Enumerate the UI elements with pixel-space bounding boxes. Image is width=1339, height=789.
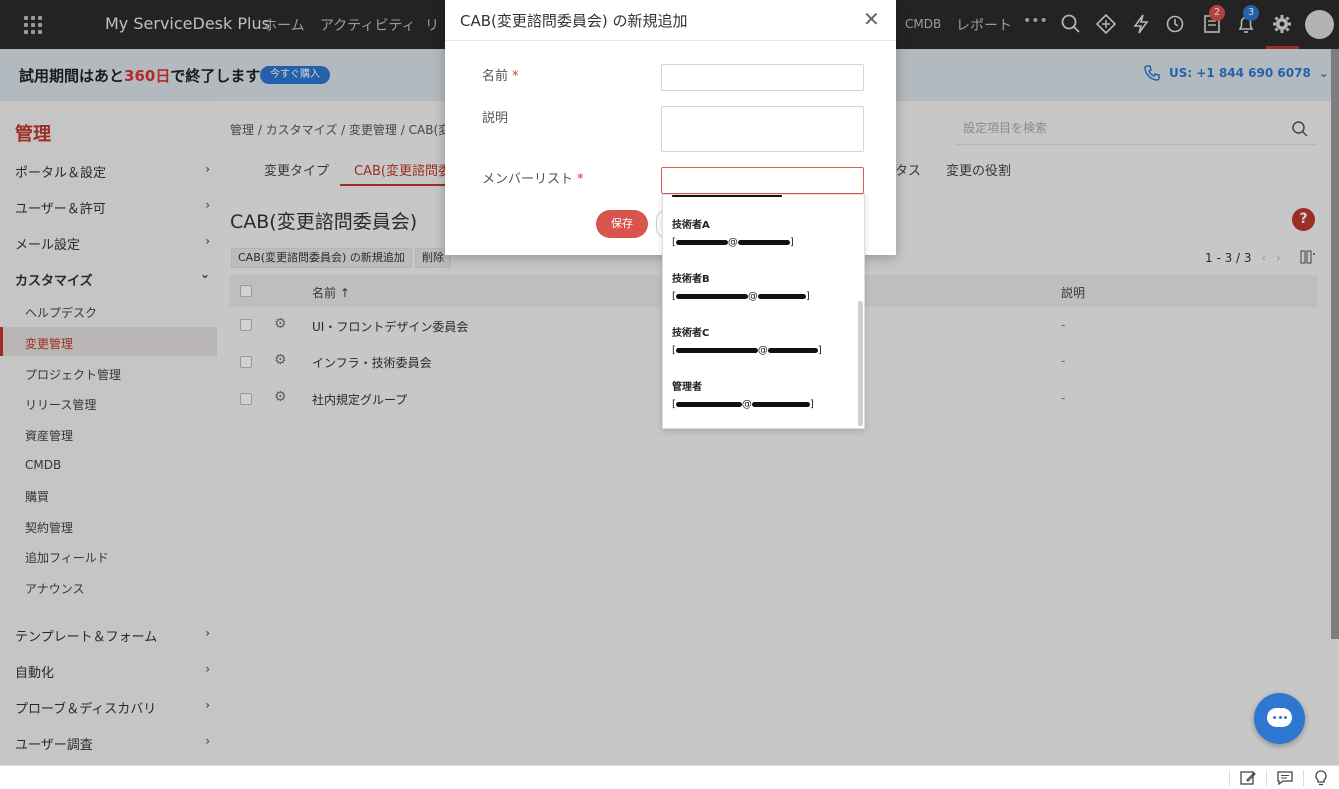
dialog-header: CAB(変更諮問委員会) の新規追加 ✕ xyxy=(445,0,896,41)
divider xyxy=(1266,770,1267,786)
close-icon[interactable]: ✕ xyxy=(863,9,880,29)
chat-bubble-icon xyxy=(1267,708,1292,727)
name-label: 名前 * xyxy=(482,69,519,84)
divider xyxy=(1229,770,1230,786)
save-button[interactable]: 保存 xyxy=(596,210,648,238)
member-option-name[interactable]: 技術者C xyxy=(672,324,709,339)
notes-icon[interactable] xyxy=(1239,769,1257,787)
member-option-email[interactable]: [@] xyxy=(672,237,794,248)
member-list-field[interactable] xyxy=(661,167,864,194)
member-option-name[interactable]: 管理者 xyxy=(672,378,702,393)
chat-button[interactable] xyxy=(1254,693,1305,744)
bottom-toolbar xyxy=(0,765,1339,789)
member-option-name[interactable]: 技術者B xyxy=(672,270,710,285)
dialog-title: CAB(変更諮問委員会) の新規追加 xyxy=(460,12,688,30)
member-option-email[interactable]: [@] xyxy=(672,399,814,410)
list-item-partial xyxy=(672,195,792,197)
member-option-name[interactable]: 技術者A xyxy=(672,216,710,231)
member-list-label: メンバーリスト * xyxy=(482,172,584,187)
member-dropdown-list[interactable]: 技術者A [@] 技術者B [@] 技術者C [@] 管理者 [@] xyxy=(662,194,865,429)
comment-icon[interactable] xyxy=(1276,769,1294,787)
description-label: 説明 xyxy=(482,111,509,126)
dropdown-scrollbar[interactable] xyxy=(858,301,863,426)
description-field[interactable] xyxy=(661,106,864,152)
name-field[interactable] xyxy=(661,64,864,91)
divider xyxy=(1303,770,1304,786)
member-option-email[interactable]: [@] xyxy=(672,291,810,302)
lightbulb-icon[interactable] xyxy=(1312,769,1330,787)
member-option-email[interactable]: [@] xyxy=(672,345,822,356)
